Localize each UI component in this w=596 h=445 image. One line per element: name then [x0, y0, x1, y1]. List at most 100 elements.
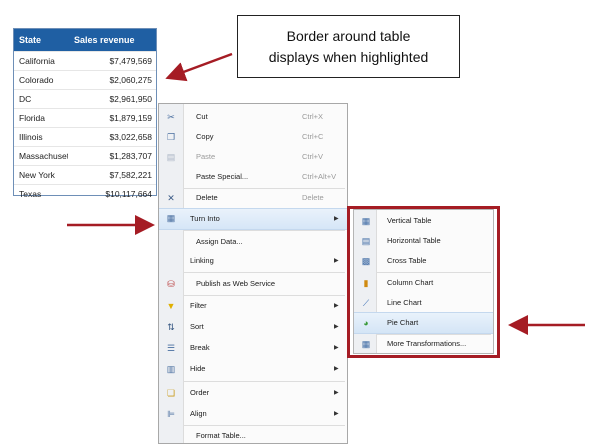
menu-item-label: Cut — [196, 112, 208, 121]
menu-item-align[interactable]: ⊫ Align ▶ — [159, 405, 347, 423]
revenue-cell: $2,060,275 — [109, 75, 152, 85]
menu-item-shortcut: Ctrl+C — [302, 132, 324, 141]
menu-item-linking[interactable]: Linking ▶ — [159, 252, 347, 270]
submenu-item-label: More Transformations... — [387, 339, 467, 348]
submenu-item-column-chart[interactable]: ▮ Column Chart — [354, 273, 493, 293]
column-header-state[interactable]: State — [14, 29, 68, 51]
menu-item-label: Paste Special... — [196, 172, 249, 181]
revenue-cell: $2,961,950 — [109, 94, 152, 104]
revenue-cell: $1,879,159 — [109, 113, 152, 123]
submenu-item-cross-table[interactable]: ▩ Cross Table — [354, 251, 493, 271]
break-icon: ☰ — [166, 343, 176, 353]
scissors-icon: ✂ — [167, 112, 175, 122]
state-cell: California — [19, 56, 55, 66]
menu-separator — [183, 272, 345, 273]
state-cell: Illinois — [19, 132, 43, 142]
vertical-table-icon: ▦ — [361, 216, 371, 226]
submenu-item-line-chart[interactable]: ⟋ Line Chart — [354, 293, 493, 313]
menu-item-label: Turn Into — [190, 214, 220, 223]
paste-icon: ▤ — [166, 152, 176, 162]
menu-item-copy[interactable]: ❐ Copy Ctrl+C — [159, 128, 347, 146]
callout-box: Border around table displays when highli… — [237, 15, 460, 78]
revenue-cell: $3,022,658 — [109, 132, 152, 142]
submenu-item-label: Column Chart — [387, 278, 434, 287]
filter-icon: ▼ — [166, 301, 176, 311]
menu-item-label: Assign Data... — [196, 237, 243, 246]
menu-item-order[interactable]: ❏ Order ▶ — [159, 384, 347, 402]
menu-item-shortcut: Ctrl+V — [302, 152, 324, 161]
menu-item-label: Publish as Web Service — [196, 279, 276, 288]
menu-item-shortcut: Delete — [302, 193, 324, 202]
menu-item-shortcut: Ctrl+Alt+V — [302, 172, 337, 181]
menu-item-label: Align — [190, 409, 207, 418]
turn-into-submenu: ▦ Vertical Table ▤ Horizontal Table ▩ Cr… — [353, 209, 494, 354]
revenue-cell: $7,582,221 — [109, 170, 152, 180]
menu-item-publish-web-service[interactable]: ⛁ Publish as Web Service — [159, 275, 347, 293]
menu-item-label: Filter — [190, 301, 207, 310]
submenu-item-horizontal-table[interactable]: ▤ Horizontal Table — [354, 231, 493, 251]
table-row[interactable]: Florida $1,879,159 — [14, 108, 156, 127]
menu-separator — [183, 381, 345, 382]
submenu-arrow-icon: ▶ — [334, 258, 339, 264]
turn-into-icon: ▦ — [166, 213, 176, 223]
more-transformations-icon: ▦ — [361, 339, 371, 349]
revenue-cell: $1,283,707 — [109, 151, 152, 161]
menu-item-cut[interactable]: ✂ Cut Ctrl+X — [159, 108, 347, 126]
callout-line-2: displays when highlighted — [268, 48, 429, 65]
horizontal-table-icon: ▤ — [361, 236, 371, 246]
menu-item-filter[interactable]: ▼ Filter ▶ — [159, 297, 347, 315]
table-header-row: State Sales revenue — [14, 29, 156, 51]
column-header-sales-revenue[interactable]: Sales revenue — [68, 29, 156, 51]
submenu-item-label: Cross Table — [387, 256, 427, 265]
delete-x-icon: ✕ — [167, 193, 175, 203]
table-row[interactable]: New York $7,582,221 — [14, 165, 156, 184]
submenu-arrow-icon: ▶ — [334, 345, 339, 351]
state-cell: Florida — [19, 113, 45, 123]
menu-item-label: Linking — [190, 256, 214, 265]
menu-item-label: Order — [190, 388, 210, 397]
menu-item-shortcut: Ctrl+X — [302, 112, 324, 121]
submenu-item-label: Horizontal Table — [387, 236, 441, 245]
menu-item-paste[interactable]: ▤ Paste Ctrl+V — [159, 148, 347, 166]
menu-item-break[interactable]: ☰ Break ▶ — [159, 339, 347, 357]
submenu-item-label: Line Chart — [387, 298, 422, 307]
revenue-cell: $10,117,664 — [105, 189, 152, 199]
menu-separator — [183, 425, 345, 426]
submenu-item-more-transformations[interactable]: ▦ More Transformations... — [354, 334, 493, 354]
menu-item-delete[interactable]: ✕ Delete Delete — [159, 189, 347, 207]
submenu-arrow-icon: ▶ — [334, 324, 339, 330]
menu-separator — [183, 295, 345, 296]
menu-item-label: Delete — [196, 193, 218, 202]
table-row[interactable]: DC $2,961,950 — [14, 89, 156, 108]
table-row[interactable]: Illinois $3,022,658 — [14, 127, 156, 146]
table-row[interactable]: California $7,479,569 — [14, 51, 156, 70]
menu-item-sort[interactable]: ⇅ Sort ▶ — [159, 318, 347, 336]
submenu-arrow-icon: ▶ — [334, 390, 339, 396]
pie-chart-icon: ◕ — [363, 318, 369, 328]
table-row[interactable]: Colorado $2,060,275 — [14, 70, 156, 89]
submenu-arrow-icon: ▶ — [334, 411, 339, 417]
cross-table-icon: ▩ — [361, 256, 371, 266]
submenu-item-pie-chart[interactable]: ◕ Pie Chart — [354, 312, 493, 334]
table-row[interactable]: Massachuset $1,283,707 — [14, 146, 156, 165]
hide-icon: ▥ — [166, 364, 176, 374]
table-row[interactable]: Texas $10,117,664 — [14, 184, 156, 203]
menu-item-hide[interactable]: ▥ Hide ▶ — [159, 360, 347, 378]
column-chart-icon: ▮ — [363, 278, 369, 288]
submenu-arrow-icon: ▶ — [334, 366, 339, 372]
line-chart-icon: ⟋ — [362, 298, 370, 308]
menu-item-label: Paste — [196, 152, 216, 161]
menu-item-label: Format Table... — [196, 431, 246, 440]
copy-icon: ❐ — [166, 132, 176, 142]
data-table[interactable]: State Sales revenue California $7,479,569… — [13, 28, 157, 199]
submenu-item-vertical-table[interactable]: ▦ Vertical Table — [354, 211, 493, 231]
menu-item-label: Copy — [196, 132, 214, 141]
menu-item-paste-special[interactable]: Paste Special... Ctrl+Alt+V — [159, 168, 347, 186]
menu-item-turn-into[interactable]: ▦ Turn Into ▶ — [159, 208, 347, 230]
menu-item-assign-data[interactable]: Assign Data... — [159, 233, 347, 251]
callout-arrow — [165, 52, 233, 82]
menu-separator — [183, 230, 345, 231]
state-cell: Colorado — [19, 75, 54, 85]
submenu-item-label: Pie Chart — [387, 318, 419, 327]
menu-item-format-table[interactable]: Format Table... — [159, 427, 347, 445]
